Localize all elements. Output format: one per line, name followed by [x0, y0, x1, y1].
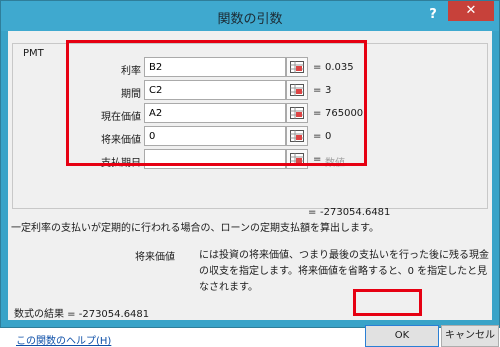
argument-value: 0.035: [325, 62, 354, 73]
ok-button[interactable]: OK: [365, 325, 439, 347]
formula-result: 数式の結果 = -273054.6481: [14, 309, 150, 320]
function-description: 一定利率の支払いが定期的に行われる場合の、ローンの定期支払額を算出します。: [11, 223, 379, 234]
equals-sign: =: [313, 62, 322, 73]
equals-sign: =: [313, 108, 322, 119]
type-input[interactable]: [144, 149, 286, 169]
argument-value: 0: [325, 131, 332, 142]
argument-row-type: 支払期日 = 数値: [13, 149, 487, 171]
argument-label: 利率: [121, 66, 141, 77]
nper-input[interactable]: [144, 80, 286, 100]
collapse-dialog-button[interactable]: [286, 80, 308, 100]
cancel-button[interactable]: キャンセル: [441, 325, 499, 347]
function-group: PMT 利率 = 0.035 期間 = 3: [12, 43, 488, 209]
title-bar[interactable]: 関数の引数 ? ✕: [1, 1, 499, 31]
argument-label: 支払期日: [101, 158, 141, 169]
rate-input[interactable]: [144, 57, 286, 77]
function-result: -273054.6481: [320, 207, 391, 218]
equals-sign: =: [313, 85, 322, 96]
current-argument-name: 将来価値: [135, 252, 175, 263]
argument-label: 将来価値: [101, 135, 141, 146]
help-button[interactable]: ?: [424, 5, 442, 25]
argument-row-nper: 期間 = 3: [13, 80, 487, 102]
collapse-dialog-button[interactable]: [286, 126, 308, 146]
fv-input[interactable]: [144, 126, 286, 146]
argument-label: 現在価値: [101, 112, 141, 123]
argument-row-rate: 利率 = 0.035: [13, 57, 487, 79]
function-arguments-dialog: 関数の引数 ? ✕ PMT 利率 = 0.035 期間: [0, 0, 500, 347]
current-argument-description: には投資の将来価値、つまり最後の支払いを行った後に残る現金の収支を指定します。将…: [199, 250, 489, 293]
equals-sign: =: [313, 131, 322, 142]
function-help-link[interactable]: この関数のヘルプ(H): [16, 332, 111, 347]
argument-value: 765000: [325, 108, 364, 119]
equals-sign: =: [313, 154, 322, 165]
dialog-body: PMT 利率 = 0.035 期間 = 3: [8, 31, 499, 347]
argument-label: 期間: [121, 89, 141, 100]
close-button[interactable]: ✕: [448, 1, 494, 21]
range-select-icon: [290, 107, 304, 119]
collapse-dialog-button[interactable]: [286, 57, 308, 77]
collapse-dialog-button[interactable]: [286, 103, 308, 123]
range-select-icon: [290, 130, 304, 142]
argument-value: 数値: [325, 158, 345, 169]
pv-input[interactable]: [144, 103, 286, 123]
range-select-icon: [290, 153, 304, 165]
range-select-icon: [290, 84, 304, 96]
argument-row-fv: 将来価値 = 0: [13, 126, 487, 148]
equals-sign: =: [308, 207, 317, 218]
argument-value: 3: [325, 85, 332, 96]
collapse-dialog-button[interactable]: [286, 149, 308, 169]
argument-row-pv: 現在価値 = 765000: [13, 103, 487, 125]
range-select-icon: [290, 61, 304, 73]
